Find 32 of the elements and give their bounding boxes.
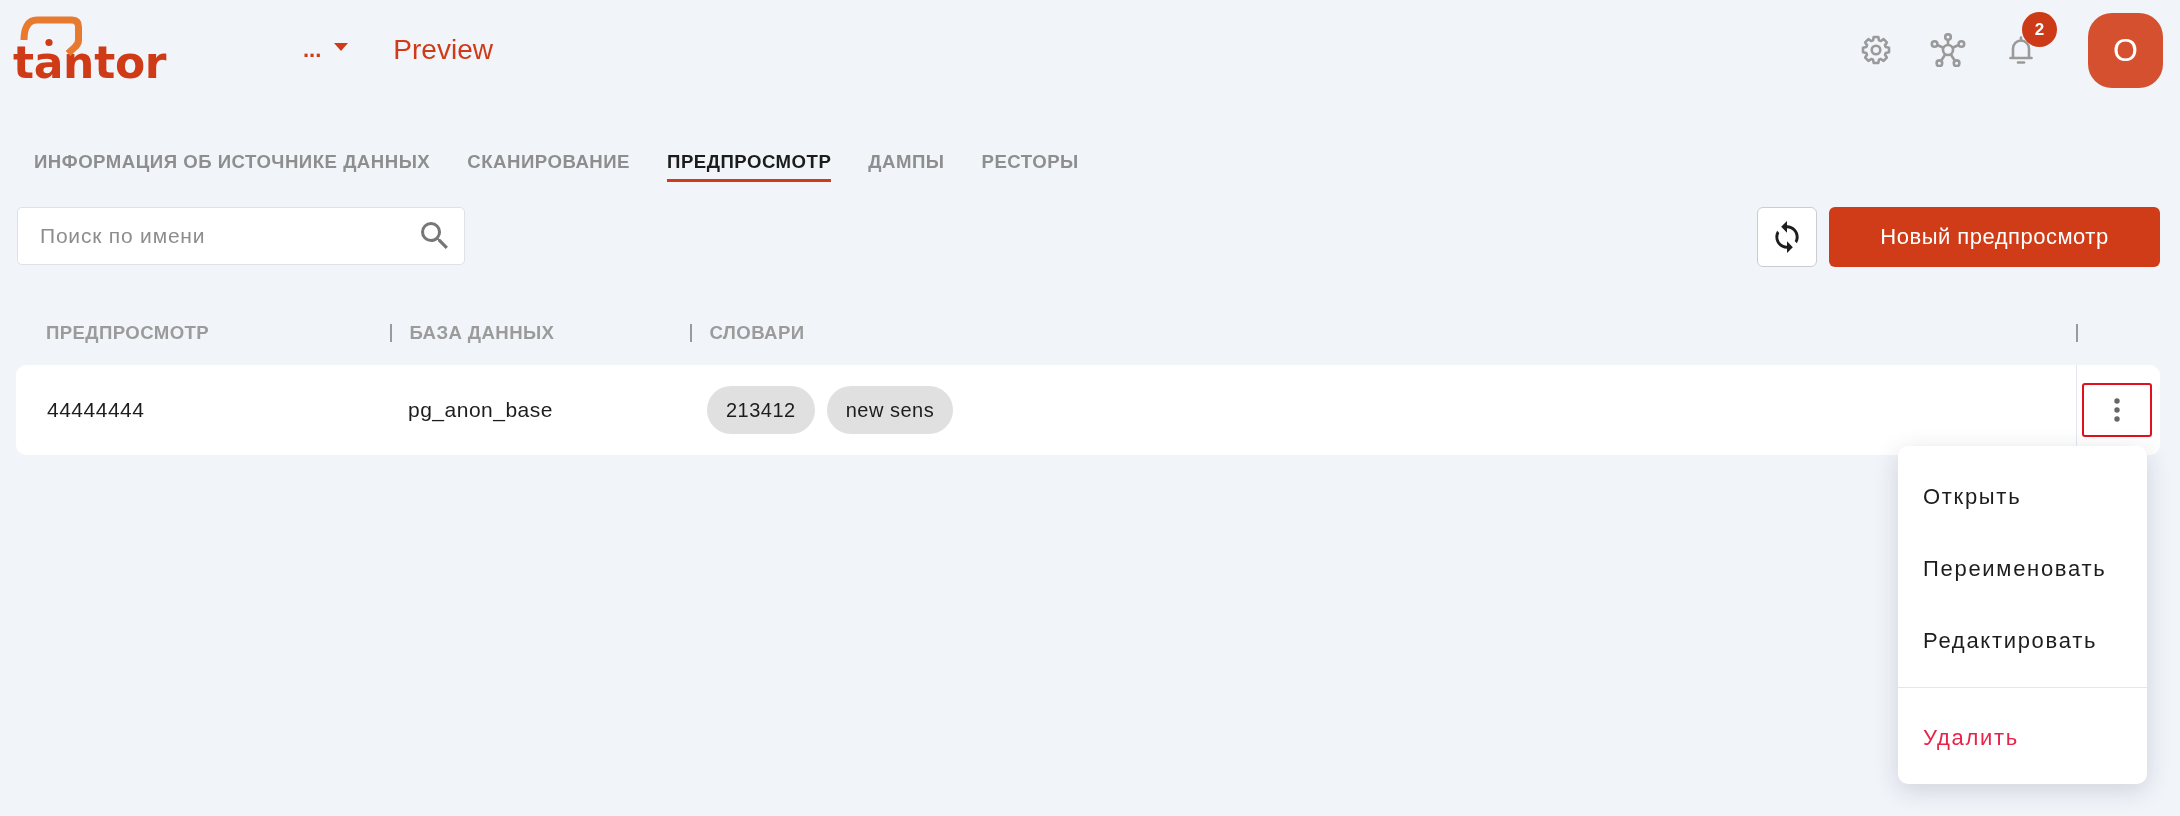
row-menu-button[interactable] [2082,383,2152,437]
column-header: ПРЕДПРОСМОТР [46,322,210,344]
new-preview-button[interactable]: Новый предпросмотр [1829,207,2160,267]
tab[interactable]: ДАМПЫ [868,151,945,182]
user-avatar[interactable]: O [2088,12,2163,88]
column-header: БАЗА ДАННЫХ [409,322,555,344]
refresh-button[interactable] [1757,207,1817,267]
page-title: Preview [393,34,493,66]
table-cell-text: 44444444 [46,398,145,422]
menu-item[interactable]: Удалить [1898,702,2147,774]
kebab-menu-icon [2114,398,2120,422]
menu-item[interactable]: Редактировать [1898,605,2147,677]
tab[interactable]: СКАНИРОВАНИЕ [467,151,630,182]
caret-icon [334,43,349,51]
settings-icon[interactable] [1861,35,1891,65]
search-field[interactable]: Поиск по имени [17,207,465,265]
search-icon [421,222,448,249]
tab[interactable]: РЕСТОРЫ [981,151,1079,182]
menu-item[interactable]: Открыть [1898,461,2147,533]
tab[interactable]: ИНФОРМАЦИЯ ОБ ИСТОЧНИКЕ ДАННЫХ [34,151,431,182]
network-icon[interactable] [1930,33,1966,67]
logo-text: tantor [13,40,168,85]
bell-icon[interactable] [2008,35,2034,65]
dictionary-tag: 213412 [707,386,815,434]
project-selector[interactable]: ... [303,37,349,63]
menu-item[interactable]: Переименовать [1898,533,2147,605]
notification-badge: 2 [2022,12,2057,47]
tab[interactable]: ПРЕДПРОСМОТР [667,151,832,182]
table-cell-text: pg_anon_base [407,398,553,422]
dictionary-tag: new sens [826,386,954,434]
column-header: СЛОВАРИ [709,322,805,344]
refresh-icon [1775,221,1799,253]
